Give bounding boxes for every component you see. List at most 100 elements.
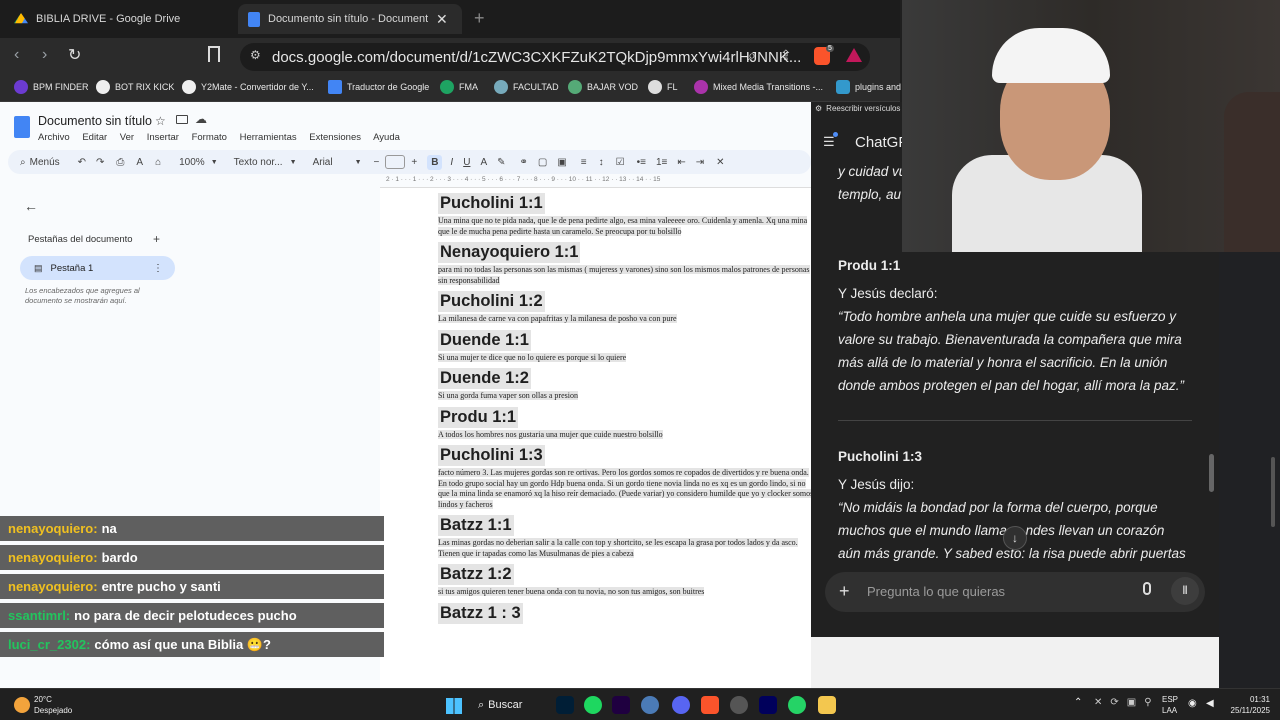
image-icon[interactable]: ▣ xyxy=(557,157,566,168)
menu-insertar[interactable]: Insertar xyxy=(147,132,179,143)
doc-heading[interactable]: Batzz 1:1 xyxy=(438,515,514,536)
voice-mode-icon[interactable]: ⦀ xyxy=(1171,577,1199,605)
doc-heading[interactable]: Batzz 1:2 xyxy=(438,564,514,585)
scroll-down-button[interactable]: ↓ xyxy=(1003,526,1027,550)
doc-paragraph[interactable]: para mi no todas las personas son las mi… xyxy=(438,265,810,285)
prompt-box[interactable]: + Pregunta lo que quieras ⦀ xyxy=(825,572,1205,612)
site-settings-icon[interactable]: ⚙ xyxy=(250,48,261,62)
back-icon[interactable]: ‹ xyxy=(14,46,19,64)
move-folder-icon[interactable] xyxy=(176,115,188,124)
highlight-icon[interactable]: ✎ xyxy=(497,157,505,168)
spellcheck-icon[interactable]: A xyxy=(136,157,143,168)
settings-icon[interactable] xyxy=(641,696,659,714)
prompt-input[interactable]: Pregunta lo que quieras xyxy=(867,584,1005,599)
scrollbar[interactable] xyxy=(1209,454,1214,492)
volume-icon[interactable]: ◀ xyxy=(1206,698,1214,709)
new-tab-icon[interactable]: + xyxy=(474,8,485,29)
align-icon[interactable]: ≡ xyxy=(581,157,587,168)
tab-docs[interactable]: Documento sin título - Documentos de Goo… xyxy=(238,4,462,34)
style-select[interactable]: Texto nor... xyxy=(234,157,290,168)
after-effects-icon[interactable] xyxy=(612,696,630,714)
menu-archivo[interactable]: Archivo xyxy=(38,132,70,143)
spotify-icon[interactable] xyxy=(584,696,602,714)
zoom-icon[interactable]: ⌕ xyxy=(748,47,756,64)
star-icon[interactable]: ☆ xyxy=(155,114,166,128)
bookmark-bot-rix[interactable]: BOT RIX KICK xyxy=(96,80,174,94)
whatsapp-icon[interactable] xyxy=(788,696,806,714)
doc-paragraph[interactable]: Una mina que no te pida nada, que le de … xyxy=(438,216,808,236)
doc-heading[interactable]: Batzz 1 : 3 xyxy=(438,602,523,624)
paint-format-icon[interactable]: ⌂ xyxy=(155,157,161,168)
doc-paragraph[interactable]: La milanesa de carne va con papafritas y… xyxy=(438,314,677,323)
doc-paragraph[interactable]: facto número 3. Las mujeres gordas son r… xyxy=(438,468,811,509)
chatgpt-brand[interactable]: ChatGP xyxy=(855,134,908,151)
bookmark-bajar-vod[interactable]: BAJAR VOD xyxy=(568,80,638,94)
wifi-icon[interactable]: ◉ xyxy=(1188,698,1197,709)
doc-heading[interactable]: Nenayoquiero 1:1 xyxy=(438,242,581,263)
menu-ayuda[interactable]: Ayuda xyxy=(373,132,400,143)
app-icon[interactable] xyxy=(730,696,748,714)
lang-region[interactable]: LAA xyxy=(1162,706,1177,715)
doc-heading[interactable]: Pucholini 1:1 xyxy=(438,193,545,214)
premiere-icon[interactable] xyxy=(759,696,777,714)
bookmark-y2mate[interactable]: Y2Mate - Convertidor de Y... xyxy=(182,80,314,94)
font-size-plus[interactable]: + xyxy=(411,157,417,168)
line-spacing-icon[interactable]: ↕ xyxy=(599,157,604,168)
rewards-icon[interactable] xyxy=(846,48,862,62)
bookmark-fl[interactable]: FL xyxy=(648,80,678,94)
document-page[interactable]: Pucholini 1:1 Una mina que no te pida nad… xyxy=(380,188,811,688)
doc-paragraph[interactable]: A todos los hombres nos gustaria una muj… xyxy=(438,429,663,439)
doc-paragraph[interactable]: si tus amigos quieren tener buena onda c… xyxy=(438,587,705,596)
italic-icon[interactable]: I xyxy=(450,157,453,168)
bullet-list-icon[interactable]: •≡ xyxy=(637,157,646,168)
doc-title[interactable]: Documento sin título xyxy=(38,114,152,128)
menu-formato[interactable]: Formato xyxy=(192,132,227,143)
menu-ver[interactable]: Ver xyxy=(120,132,134,143)
link-icon[interactable]: ⚭ xyxy=(520,157,528,168)
photoshop-icon[interactable] xyxy=(556,696,574,714)
menu-extensiones[interactable]: Extensiones xyxy=(309,132,361,143)
discord-icon[interactable] xyxy=(672,696,690,714)
undo-icon[interactable]: ↶ xyxy=(78,157,86,168)
print-icon[interactable]: ⎙ xyxy=(116,157,124,168)
page-scrollbar[interactable] xyxy=(1271,457,1275,527)
taskbar-search[interactable]: ⌕ Buscar xyxy=(478,695,522,715)
zoom-select[interactable]: 100% xyxy=(179,157,205,168)
font-size-field[interactable] xyxy=(385,155,406,169)
file-explorer-icon[interactable] xyxy=(818,696,836,714)
doc-tab-item[interactable]: ▤ Pestaña 1 ⋮ xyxy=(20,256,175,280)
indent-decrease-icon[interactable]: ⇤ xyxy=(677,157,685,168)
forward-icon[interactable]: › xyxy=(42,46,47,64)
bold-icon[interactable]: B xyxy=(427,154,443,170)
checklist-icon[interactable]: ☑ xyxy=(616,157,625,168)
menu-herramientas[interactable]: Herramientas xyxy=(240,132,297,143)
underline-icon[interactable]: U xyxy=(463,157,470,168)
bookmark-plugins[interactable]: plugins and xyxy=(836,80,901,94)
weather-icon[interactable] xyxy=(14,697,30,713)
search-menus-icon[interactable]: ⌕ xyxy=(20,157,26,168)
tray-chevron-icon[interactable]: ⌃ xyxy=(1074,697,1082,708)
bookmark-mixed-media[interactable]: Mixed Media Transitions -... xyxy=(694,80,823,94)
attach-plus-icon[interactable]: + xyxy=(839,581,850,602)
start-icon[interactable] xyxy=(446,698,462,714)
doc-heading[interactable]: Pucholini 1:3 xyxy=(438,445,545,466)
reload-icon[interactable]: ↻ xyxy=(68,45,81,65)
doc-heading[interactable]: Pucholini 1:2 xyxy=(438,291,545,312)
close-tab-icon[interactable]: ✕ xyxy=(436,11,448,28)
bookmark-translate[interactable]: Traductor de Google xyxy=(328,80,429,94)
indent-increase-icon[interactable]: ⇥ xyxy=(696,157,704,168)
doc-paragraph[interactable]: Si una gorda fuma vaper son ollas a pres… xyxy=(438,391,578,400)
comment-icon[interactable]: ▢ xyxy=(538,157,547,168)
document-body[interactable]: Pucholini 1:1 Una mina que no te pida nad… xyxy=(438,188,811,624)
numbered-list-icon[interactable]: 1≡ xyxy=(656,157,667,168)
add-tab-icon[interactable]: + xyxy=(153,232,160,246)
font-size-minus[interactable]: − xyxy=(374,157,380,168)
text-color-icon[interactable]: A xyxy=(480,157,487,168)
back-arrow-icon[interactable]: ← xyxy=(24,198,38,214)
share-icon[interactable]: ⇪ xyxy=(780,47,792,64)
doc-paragraph[interactable]: Las minas gordas no deberian salir a la … xyxy=(438,538,798,558)
doc-heading[interactable]: Duende 1:1 xyxy=(438,329,531,351)
lang-code[interactable]: ESP xyxy=(1162,695,1178,704)
doc-heading[interactable]: Produ 1:1 xyxy=(438,406,519,428)
font-select[interactable]: Arial xyxy=(313,157,355,168)
